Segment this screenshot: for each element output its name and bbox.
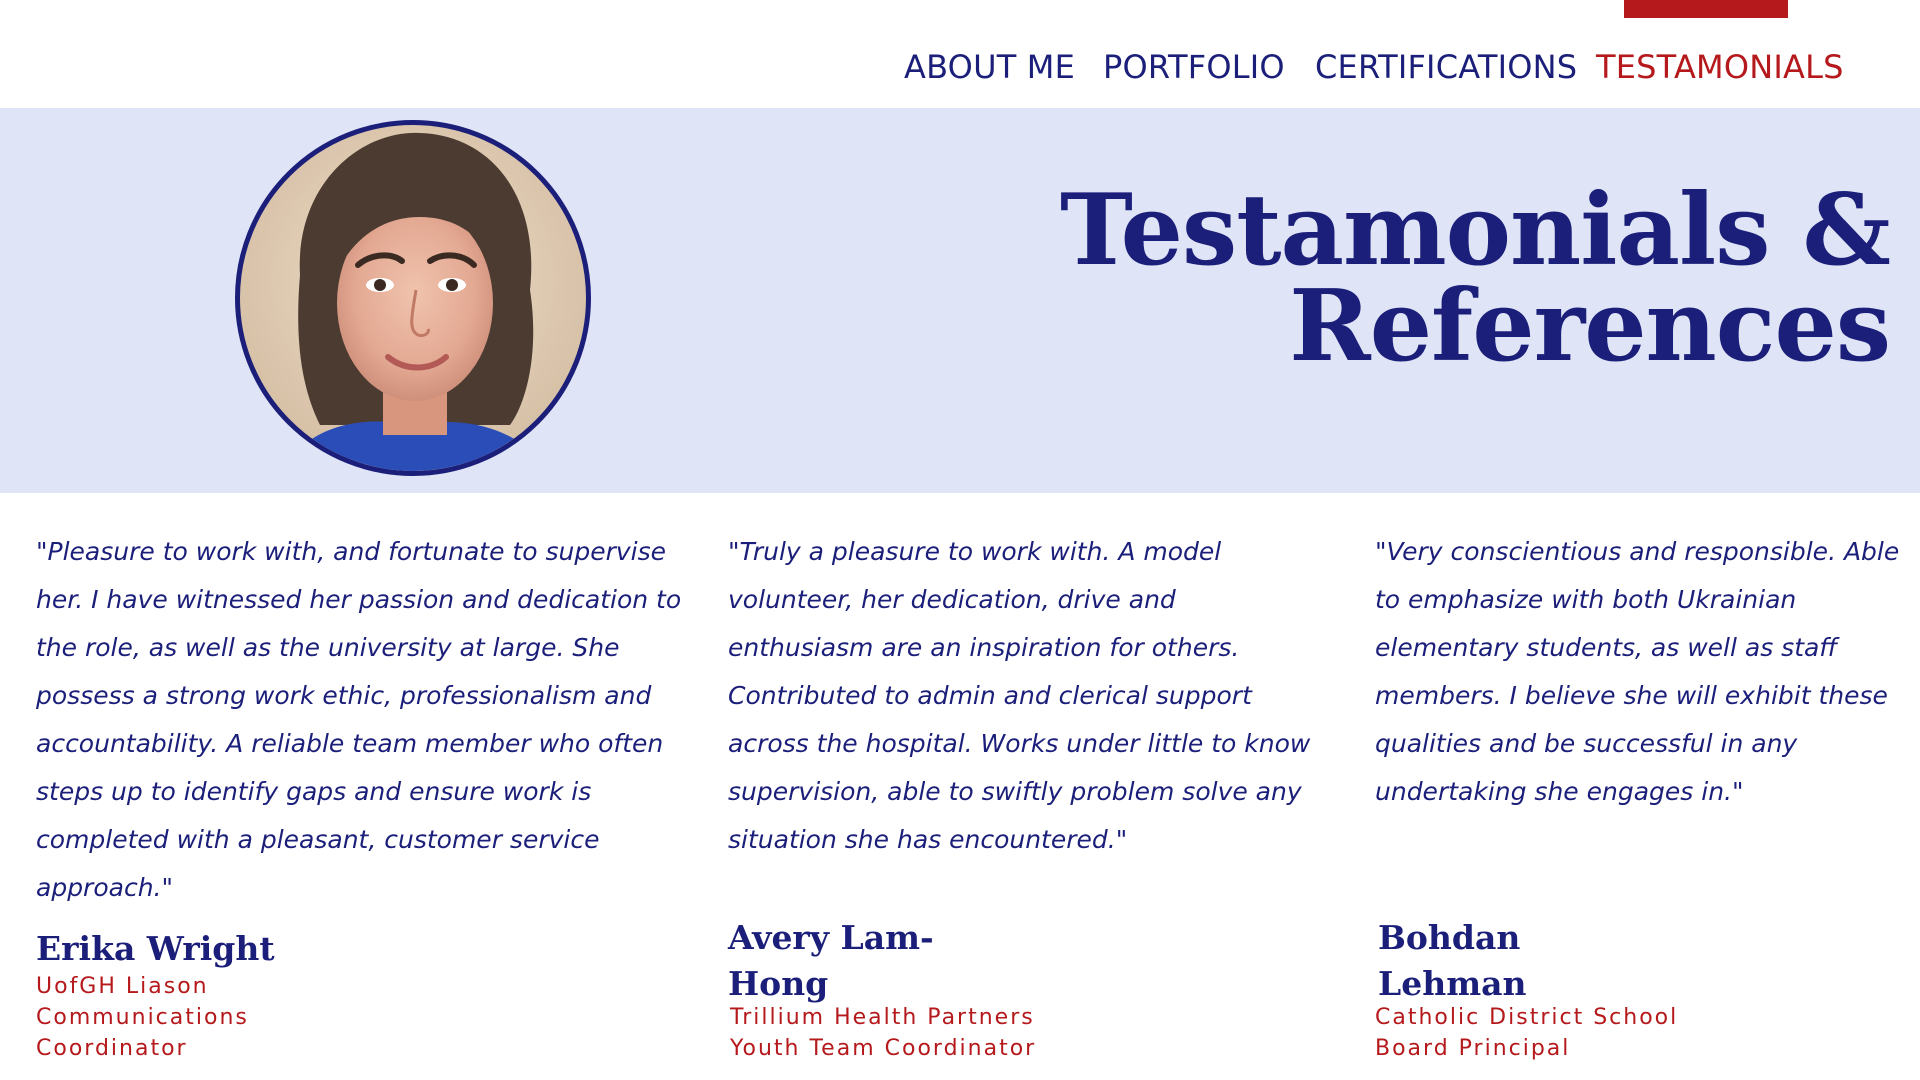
page-title-line1: Testamonials & (1059, 173, 1891, 288)
reference-name-line2: Lehman (1378, 964, 1527, 1003)
reference-name: Erika Wright (36, 929, 275, 968)
reference-role-line1: UofGH Liason (36, 974, 209, 999)
page-title: Testamonials & References (1059, 173, 1891, 384)
profile-photo (280, 132, 550, 471)
nav-portfolio[interactable]: PORTFOLIO (1103, 48, 1285, 86)
reference-role-line2: Board Principal (1375, 1036, 1571, 1061)
testimonial-quote: "Pleasure to work with, and fortunate to… (36, 537, 682, 902)
reference-role-line1: Trillium Health Partners (730, 1005, 1035, 1030)
nav-certifications[interactable]: CERTIFICATIONS (1315, 48, 1577, 86)
reference-role-line1: Catholic District School (1375, 1005, 1679, 1030)
testimonial-quote: "Truly a pleasure to work with. A model … (728, 537, 1311, 854)
avatar (235, 120, 591, 476)
active-tab-indicator (1624, 0, 1788, 18)
reference-name-line1: Avery Lam- (728, 918, 934, 957)
reference-name-line2: Hong (728, 964, 829, 1003)
testimonial-quote: "Very conscientious and responsible. Abl… (1375, 537, 1900, 806)
main-navigation: ABOUT ME PORTFOLIO CERTIFICATIONS TESTAM… (0, 48, 1920, 88)
reference-role-line2: Youth Team Coordinator (730, 1036, 1037, 1061)
page-title-line2: References (1289, 269, 1891, 384)
nav-about-me[interactable]: ABOUT ME (904, 48, 1075, 86)
reference-name-line1: Bohdan (1378, 918, 1521, 957)
testimonial-card-3: "Very conscientious and responsible. Abl… (1375, 528, 1905, 816)
testimonial-card-1: "Pleasure to work with, and fortunate to… (36, 528, 686, 912)
hero-banner: Testamonials & References (0, 108, 1920, 493)
testimonial-card-2: "Truly a pleasure to work with. A model … (728, 528, 1323, 864)
reference-role-line2: Communications (36, 1005, 249, 1030)
reference-role-line3: Coordinator (36, 1036, 188, 1061)
nav-testamonials[interactable]: TESTAMONIALS (1596, 48, 1844, 86)
